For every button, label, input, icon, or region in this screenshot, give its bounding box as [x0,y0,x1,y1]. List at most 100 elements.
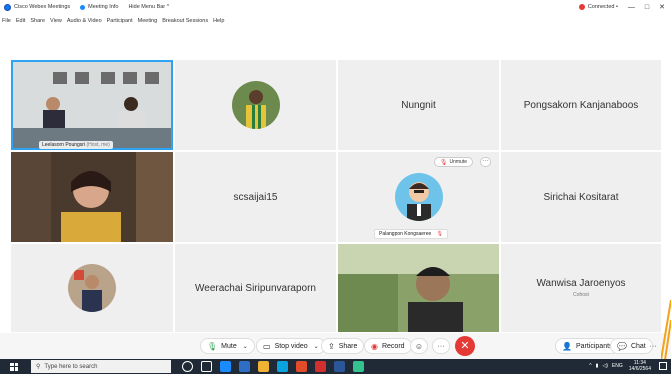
video-feed-camera-2 [11,152,173,242]
menu-view[interactable]: View [50,18,62,24]
store-icon[interactable] [239,361,250,372]
webex-logo-icon [4,3,11,11]
notifications-icon[interactable] [659,362,667,370]
unmute-button[interactable]: 🎙 Unmute [433,157,473,167]
video-tile-palangpon[interactable]: 🎙 Unmute ··· Palangpon Kongsaeree 🎙 [338,152,499,242]
participant-name: Palangpon Kongsaeree [379,231,432,237]
chrome-icon[interactable] [296,361,307,372]
record-icon: ◉ [371,341,378,351]
app-name: Cisco Webex Meetings [14,4,71,10]
meeting-info-label: Meeting Info [88,4,119,10]
video-tile-nungnit[interactable]: Nungnit [338,60,499,150]
participant-name: Pongsakorn Kanjanaboos [523,99,639,111]
windows-taskbar: ⚲ Type here to search ^ ▮ ◁) ENG 11:34 1… [0,359,671,374]
video-tile-camera-2[interactable] [11,152,173,242]
video-tile-pongsakorn[interactable]: Pongsakorn Kanjanaboos [501,60,661,150]
record-button[interactable]: ◉ Record [364,338,412,354]
menu-participant[interactable]: Participant [107,18,133,24]
share-label: Share [338,342,358,350]
search-placeholder: Type here to search [44,363,98,370]
info-icon [80,4,86,10]
cortana-icon[interactable] [182,361,193,372]
close-button[interactable]: ✕ [659,3,665,11]
participant-name: Wanwisa Jaroenyos [536,278,626,289]
decorative-stripes [661,300,671,360]
menu-meeting[interactable]: Meeting [138,18,158,24]
participant-name: Nungnit [401,99,436,111]
hide-menu-bar-button[interactable]: Hide Menu Bar ^ [128,4,169,10]
speaker-icon[interactable]: ◁) [602,363,608,369]
menu-file[interactable]: File [2,18,11,24]
app-title: Cisco Webex Meetings [4,3,71,11]
video-tile-avatar-1[interactable] [175,60,336,150]
video-tile-wanwisa[interactable]: Wanwisa Jaroenyos Cohost [501,244,661,332]
video-tile-leelasorn[interactable]: Leelasorn Poungsri (Host, me) [11,60,173,150]
video-tile-sirichai[interactable]: Sirichai Kositarat [501,152,661,242]
participant-avatar [394,173,443,221]
share-button[interactable]: ⇪ Share [321,338,365,354]
taskbar-apps [182,361,372,372]
webex-taskbar-icon[interactable] [353,361,364,372]
acrobat-icon[interactable] [315,361,326,372]
taskbar-search[interactable]: ⚲ Type here to search [31,360,171,373]
participant-name: Leelasorn Poungsri [42,142,86,148]
participant-avatar [231,81,280,129]
microphone-icon: 🎙 [207,341,218,351]
search-icon: ⚲ [36,364,41,370]
smiley-icon: ☺ [414,341,424,351]
muted-mic-icon: 🎙 [439,159,448,166]
mail-icon[interactable] [277,361,288,372]
participants-label: Participants [575,342,613,350]
unmute-label: Unmute [449,159,467,165]
stop-video-label: Stop video [274,342,308,350]
participant-avatar [68,264,116,312]
more-options-button[interactable]: ··· [432,338,450,354]
task-view-icon[interactable] [201,361,212,372]
menu-audio-video[interactable]: Audio & Video [67,18,102,24]
meeting-info-button[interactable]: Meeting Info [80,4,118,10]
chevron-down-icon[interactable]: ⌄ [243,343,248,350]
more-panels-button[interactable]: ··· [645,338,661,354]
language-indicator[interactable]: ENG [612,363,623,369]
participant-name: scsaijai15 [233,191,278,203]
word-icon[interactable] [334,361,345,372]
participants-icon: 👤 [562,341,572,351]
network-icon[interactable]: ▮ [596,363,599,369]
system-tray: ^ ▮ ◁) ENG 11:34 14/6/2564 [589,360,651,372]
file-explorer-icon[interactable] [258,361,269,372]
muted-mic-icon: 🎙 [436,231,444,237]
clock-date: 14/6/2564 [628,366,651,372]
video-tile-camera-3[interactable] [338,244,499,332]
reactions-button[interactable]: ☺ [410,338,428,354]
video-tile-scsaijai[interactable]: scsaijai15 [175,152,336,242]
participant-role: Cohost [573,292,589,298]
more-options-button[interactable]: ··· [480,157,491,167]
maximize-button[interactable]: □ [645,4,649,11]
video-tile-weerachai[interactable]: Weerachai Siripunvaraporn [175,244,336,332]
end-meeting-button[interactable]: ✕ [455,336,475,356]
participant-name: Weerachai Siripunvaraporn [195,282,316,294]
title-bar: Cisco Webex Meetings Meeting Info Hide M… [0,0,671,14]
mute-label: Mute [221,342,237,350]
participant-name-tag: Palangpon Kongsaeree 🎙 [374,229,449,239]
edge-icon[interactable] [220,361,231,372]
menu-edit[interactable]: Edit [16,18,25,24]
chat-label: Chat [630,342,646,350]
meeting-controls: 🎙 Mute ⌄ ▭ Stop video ⌄ ⇪ Share ◉ Record… [0,333,671,359]
connection-status[interactable]: Connected • [588,4,618,10]
minimize-button[interactable]: — [628,4,635,11]
clock[interactable]: 11:34 14/6/2564 [629,360,651,372]
video-feed-leelasorn [11,60,173,150]
chevron-up-icon[interactable]: ^ [589,363,591,369]
share-icon: ⇪ [328,341,335,351]
mute-button[interactable]: 🎙 Mute ⌄ [200,338,255,354]
stop-video-button[interactable]: ▭ Stop video ⌄ [256,338,326,354]
windows-start-icon[interactable] [10,362,18,371]
video-tile-avatar-2[interactable] [11,244,173,332]
connection-status-icon [578,4,585,10]
menu-help[interactable]: Help [213,18,224,24]
menu-breakout-sessions[interactable]: Breakout Sessions [162,18,208,24]
chevron-down-icon[interactable]: ⌄ [314,343,319,350]
video-camera-icon: ▭ [263,341,271,351]
menu-share[interactable]: Share [30,18,45,24]
